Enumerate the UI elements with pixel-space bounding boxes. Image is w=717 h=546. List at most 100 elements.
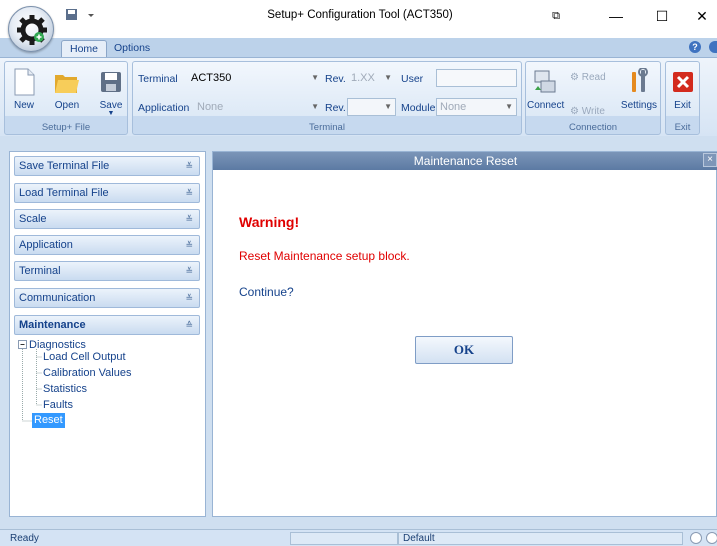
maintenance-tree: Diagnostics Load Cell Output Calibration… <box>18 337 198 437</box>
rev-value: 1.XX <box>351 72 375 84</box>
ribbon: New Open Save ▼ Setup+ File Terminal ACT… <box>0 57 717 136</box>
section-terminal[interactable]: Terminal ≚ <box>14 261 200 281</box>
rev2-combo[interactable]: ▼ <box>347 98 396 116</box>
section-label: Communication <box>19 292 96 304</box>
tab-options[interactable]: Options <box>106 40 158 57</box>
new-button[interactable]: New <box>8 66 40 122</box>
write-button[interactable]: ⚙ Write <box>570 106 605 117</box>
group-caption: Connection <box>568 122 618 133</box>
expand-icon: ≚ <box>185 293 193 303</box>
save-dropdown-arrow[interactable]: ▼ <box>95 110 127 117</box>
group-caption: Terminal <box>309 122 345 133</box>
section-maintenance[interactable]: Maintenance ≙ <box>14 315 200 335</box>
section-label: Save Terminal File <box>19 160 110 172</box>
open-label[interactable]: Open <box>55 100 79 111</box>
chevron-down-icon: ▼ <box>384 102 392 111</box>
tab-home[interactable]: Home <box>61 40 108 57</box>
rev-combo[interactable]: 1.XX ▼ <box>347 69 396 87</box>
close-button[interactable]: ✕ <box>686 4 717 28</box>
section-label: Scale <box>19 213 47 225</box>
section-communication[interactable]: Communication ≚ <box>14 288 200 308</box>
rev2-label: Rev. <box>325 102 346 114</box>
connect-icon <box>534 70 556 93</box>
settings-label: Settings <box>620 100 658 111</box>
connect-label: Connect <box>527 100 565 111</box>
chevron-down-icon: ▼ <box>311 102 319 111</box>
ribbon-tab-row: Home Options ? <box>0 38 717 57</box>
expand-icon: ≚ <box>185 214 193 224</box>
tree-item-reset[interactable]: Reset <box>32 413 65 428</box>
zoom-in-icon[interactable] <box>706 532 717 544</box>
maximize-button[interactable]: ☐ <box>646 4 678 28</box>
section-label: Maintenance <box>19 319 86 331</box>
tree-item-load-cell-output[interactable]: Load Cell Output <box>43 349 126 365</box>
read-label: Read <box>581 72 606 83</box>
exit-icon <box>672 72 693 92</box>
section-label: Application <box>19 239 73 251</box>
save-icon <box>101 72 121 92</box>
info-icon[interactable] <box>709 41 717 53</box>
group-connection: Connect ⚙ Read ⚙ Write Settings Connecti… <box>525 61 661 135</box>
write-label: Write <box>581 106 605 117</box>
user-label: User <box>401 73 424 85</box>
tree-item-faults[interactable]: Faults <box>43 397 73 413</box>
expand-icon: ≚ <box>185 240 193 250</box>
section-application[interactable]: Application ≚ <box>14 235 200 255</box>
ok-button[interactable]: OK <box>415 336 513 364</box>
help-icon[interactable]: ? <box>689 41 701 53</box>
group-exit: Exit Exit <box>665 61 700 135</box>
section-label: Load Terminal File <box>19 187 109 199</box>
status-text: Ready <box>10 533 39 544</box>
chevron-down-icon: ▼ <box>384 73 392 82</box>
dialog-title: Maintenance Reset <box>413 154 518 168</box>
warning-message: Reset Maintenance setup block. <box>239 249 410 263</box>
application-menu-button[interactable] <box>8 6 54 52</box>
zoom-out-icon[interactable] <box>690 532 702 544</box>
minimize-button[interactable]: — <box>600 4 632 28</box>
group-setup-file: New Open Save ▼ Setup+ File <box>4 61 128 135</box>
application-label: Application <box>138 102 190 114</box>
dialog-close-button[interactable]: × <box>703 153 717 167</box>
section-save-terminal-file[interactable]: Save Terminal File ≚ <box>14 156 200 176</box>
application-combo[interactable]: None ▼ <box>193 98 323 116</box>
section-load-terminal-file[interactable]: Load Terminal File ≚ <box>14 183 200 203</box>
settings-button[interactable]: Settings <box>620 66 658 122</box>
module-value: None <box>440 101 467 113</box>
section-label: Terminal <box>19 265 61 277</box>
chevron-down-icon: ▼ <box>505 102 513 111</box>
dialog-title-bar: Maintenance Reset × <box>213 152 717 170</box>
gear-icon <box>17 15 47 45</box>
tree-item-calibration-values[interactable]: Calibration Values <box>43 365 131 381</box>
module-combo[interactable]: None ▼ <box>436 98 517 116</box>
collapse-icon: ≙ <box>185 320 193 330</box>
status-cell-empty <box>290 532 398 545</box>
save-button[interactable]: Save ▼ <box>95 66 127 122</box>
exit-button[interactable]: Exit <box>667 66 698 122</box>
tablet-icon[interactable]: ⧉ <box>540 4 572 28</box>
section-scale[interactable]: Scale ≚ <box>14 209 200 229</box>
terminal-combo[interactable]: ACT350 ▼ <box>187 69 323 87</box>
read-button[interactable]: ⚙ Read <box>570 72 606 83</box>
expand-icon: ≚ <box>185 188 193 198</box>
terminal-value: ACT350 <box>191 72 232 84</box>
rev-label: Rev. <box>325 73 346 85</box>
new-file-icon <box>14 68 35 96</box>
continue-prompt: Continue? <box>239 285 294 299</box>
quick-access-toolbar[interactable] <box>64 7 100 23</box>
expand-icon: ≚ <box>185 266 193 276</box>
open-button[interactable]: Open <box>51 66 83 122</box>
exit-label: Exit <box>674 100 691 111</box>
tree-item-statistics[interactable]: Statistics <box>43 381 87 397</box>
user-field[interactable] <box>436 69 517 87</box>
title-bar: Setup+ Configuration Tool (ACT350) ⧉ — ☐… <box>0 0 717 38</box>
terminal-label: Terminal <box>138 73 178 85</box>
connect-button[interactable]: Connect <box>527 66 565 122</box>
navigation-panel: Save Terminal File ≚ Load Terminal File ≚ … <box>9 151 206 517</box>
status-bar: Ready Default <box>0 529 717 546</box>
folder-icon <box>55 75 79 93</box>
quick-save-icon[interactable] <box>64 7 100 23</box>
maintenance-reset-panel: Maintenance Reset × Warning! Reset Maint… <box>212 151 717 517</box>
application-value: None <box>197 101 224 113</box>
expand-icon: ≚ <box>185 161 193 171</box>
group-caption: Exit <box>674 122 691 133</box>
